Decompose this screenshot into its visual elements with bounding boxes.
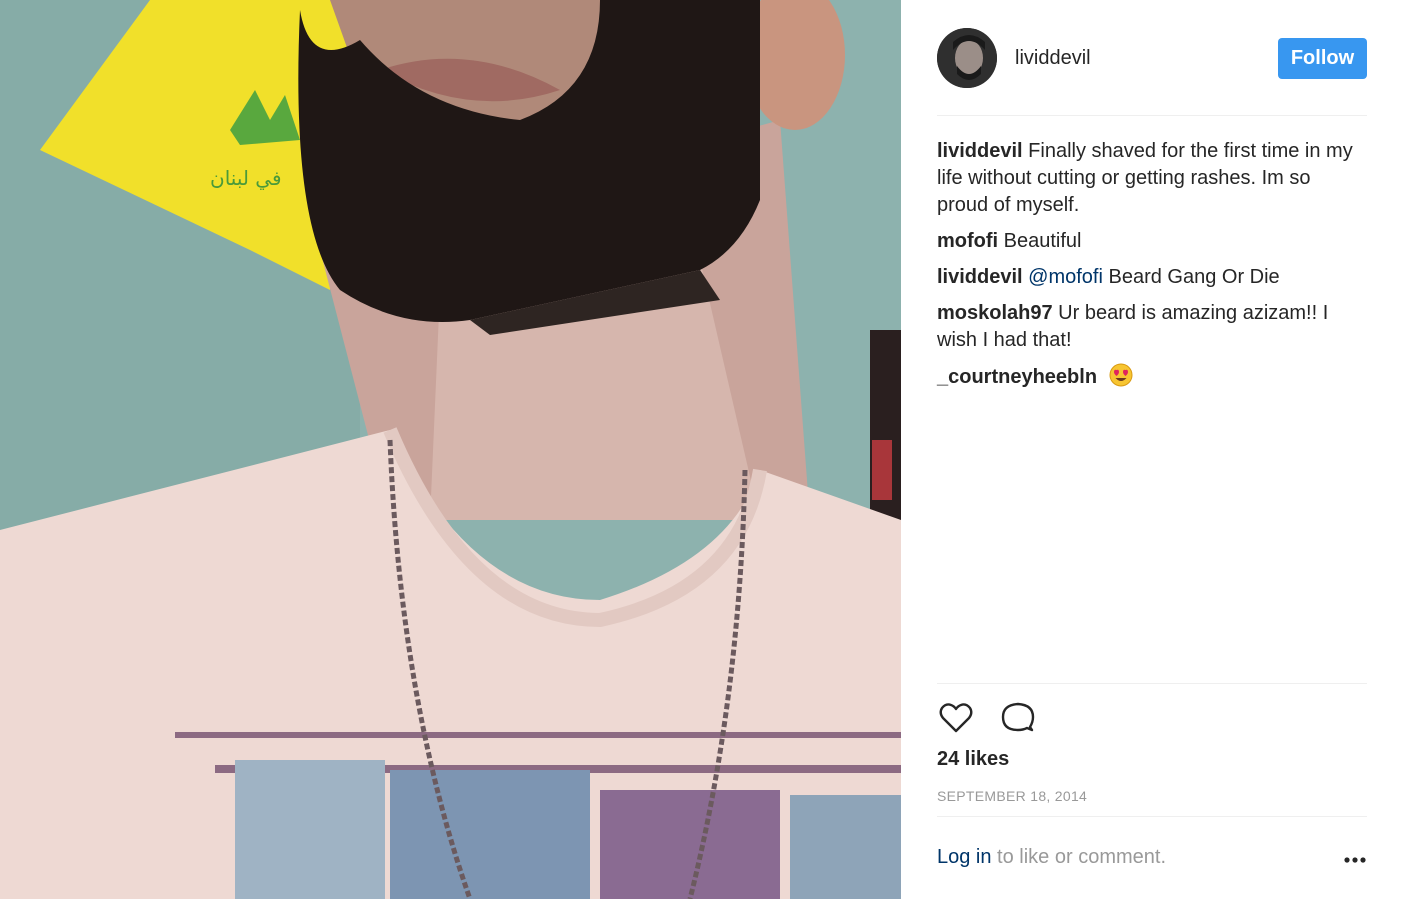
follow-button[interactable]: Follow — [1278, 38, 1367, 79]
comment-username[interactable]: lividdevil — [937, 140, 1023, 162]
comment-username[interactable]: mofofi — [937, 230, 998, 252]
comment: lividdevil @mofofi Beard Gang Or Die — [937, 264, 1357, 291]
likes-count[interactable]: 24 likes — [937, 748, 1009, 771]
comment-caption: lividdevil Finally shaved for the first … — [937, 138, 1357, 219]
comment: moskolah97 Ur beard is amazing azizam!! … — [937, 300, 1357, 354]
comment-text: Beautiful — [1003, 230, 1082, 252]
beard-selfie-photo: في لبنان — [0, 0, 901, 899]
comment-bubble-icon[interactable] — [999, 699, 1037, 737]
heart-icon[interactable] — [937, 699, 975, 737]
comment-mention-link[interactable]: @mofofi — [1028, 266, 1103, 288]
login-suffix-text: to like or comment. — [991, 846, 1167, 868]
avatar[interactable] — [937, 28, 997, 88]
comment: mofofi Beautiful — [937, 228, 1357, 255]
header-username[interactable]: lividdevil — [1015, 47, 1091, 70]
post-actions — [937, 699, 1037, 737]
post-side-panel: lividdevil Follow lividdevil Finally sha… — [901, 0, 1402, 899]
comment-username[interactable]: _courtneyheebln — [937, 366, 1097, 388]
comments-list: lividdevil Finally shaved for the first … — [937, 138, 1357, 404]
post-header: lividdevil Follow — [937, 28, 1367, 88]
comment: _courtneyheebln — [937, 363, 1357, 395]
comment-text: Beard Gang Or Die — [1108, 266, 1280, 288]
post-date[interactable]: SEPTEMBER 18, 2014 — [937, 788, 1087, 804]
login-link[interactable]: Log in — [937, 846, 992, 868]
footer-divider — [937, 816, 1367, 817]
header-divider — [937, 115, 1367, 116]
comment-username[interactable]: moskolah97 — [937, 302, 1053, 324]
login-prompt: Log in to like or comment. — [937, 846, 1367, 869]
more-options-icon[interactable] — [1343, 850, 1367, 873]
post-photo[interactable]: في لبنان — [0, 0, 901, 899]
avatar-photo — [937, 28, 997, 88]
actions-divider — [937, 683, 1367, 684]
heart-eyes-emoji-icon — [1109, 363, 1133, 395]
instagram-post: في لبنان lividdevil Follow lividdevil Fi… — [0, 0, 1402, 899]
flag-text: في لبنان — [210, 166, 282, 191]
comment-username[interactable]: lividdevil — [937, 266, 1023, 288]
